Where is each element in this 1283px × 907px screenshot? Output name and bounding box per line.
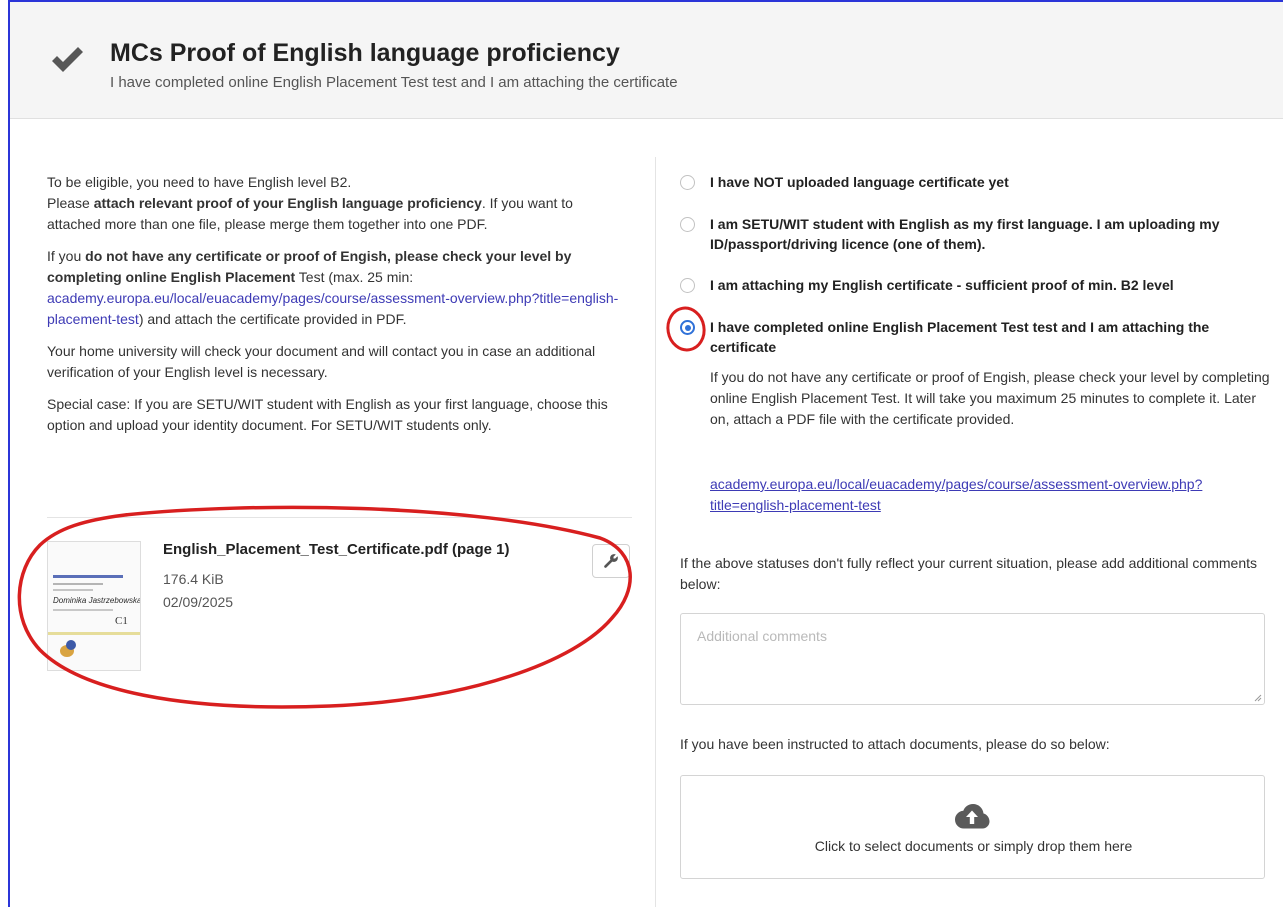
attach-label: If you have been instructed to attach do… — [680, 736, 1110, 752]
radio-button-selected[interactable] — [680, 320, 695, 335]
option-label[interactable]: I am SETU/WIT student with English as my… — [710, 214, 1265, 254]
thumb-line — [53, 583, 103, 585]
checkmark-icon — [52, 47, 83, 72]
thumb-seal — [66, 640, 76, 650]
thumb-stripe — [48, 632, 140, 635]
eligibility-paragraph: To be eligible, you need to have English… — [47, 172, 627, 235]
text-fragment: Test (max. 25 min: — [295, 269, 414, 285]
window-frame — [8, 0, 1283, 907]
radio-button[interactable] — [680, 217, 695, 232]
thumb-line — [53, 609, 113, 611]
cloud-upload-icon — [955, 804, 990, 829]
placement-test-link[interactable]: academy.europa.eu/local/euacademy/pages/… — [710, 474, 1230, 516]
thumb-header-bar — [53, 575, 123, 578]
resize-grip-icon[interactable] — [1252, 692, 1262, 702]
option-label[interactable]: I have NOT uploaded language certificate… — [710, 172, 1265, 192]
radio-button[interactable] — [680, 175, 695, 190]
option-label[interactable]: I have completed online English Placemen… — [710, 317, 1265, 357]
comments-label: If the above statuses don't fully reflec… — [680, 555, 1257, 592]
eligibility-text: To be eligible, you need to have English… — [47, 174, 352, 190]
thumb-holder-name: Dominika Jastrzebowska — [53, 596, 141, 605]
instructions-panel: To be eligible, you need to have English… — [47, 172, 627, 447]
file-size: 176.4 KiB — [163, 571, 224, 587]
thumb-line — [53, 589, 93, 591]
no-certificate-paragraph: If you do not have any certificate or pr… — [47, 246, 627, 330]
column-divider — [655, 157, 656, 907]
radio-button[interactable] — [680, 278, 695, 293]
page-title: MCs Proof of English language proficienc… — [110, 39, 620, 67]
section-divider — [47, 517, 632, 518]
file-name[interactable]: English_Placement_Test_Certificate.pdf (… — [163, 541, 510, 558]
file-thumbnail[interactable]: Dominika Jastrzebowska C1 — [47, 541, 141, 671]
verification-paragraph: Your home university will check your doc… — [47, 343, 596, 380]
text-fragment: ) and attach the certificate provided in… — [138, 311, 407, 327]
text-fragment: Please — [47, 195, 94, 211]
file-dropzone[interactable]: Click to select documents or simply drop… — [680, 775, 1265, 879]
comments-textarea[interactable] — [680, 613, 1265, 705]
thumb-grade: C1 — [115, 615, 128, 627]
option-label[interactable]: I am attaching my English certificate - … — [710, 275, 1265, 295]
wrench-icon — [604, 554, 618, 568]
option-description: If you do not have any certificate or pr… — [710, 369, 1270, 427]
text-fragment: If you — [47, 248, 86, 264]
special-case-paragraph: Special case: If you are SETU/WIT studen… — [47, 396, 608, 433]
file-actions-button[interactable] — [592, 544, 630, 578]
page-subtitle: I have completed online English Placemen… — [110, 74, 678, 91]
file-date: 02/09/2025 — [163, 594, 234, 610]
attached-file-card: Dominika Jastrzebowska C1 English_Placem… — [47, 541, 632, 671]
page-header: MCs Proof of English language proficienc… — [10, 2, 1283, 119]
attach-proof-emphasis: attach relevant proof of your English la… — [93, 195, 482, 211]
dropzone-text: Click to select documents or simply drop… — [814, 838, 1133, 854]
